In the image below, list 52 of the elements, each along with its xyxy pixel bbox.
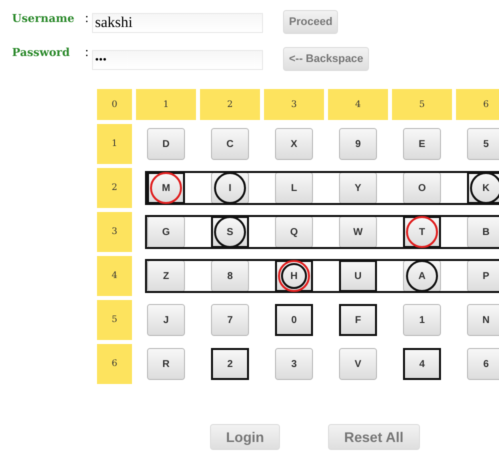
colon: :	[85, 10, 90, 26]
letter-key[interactable]: 8	[211, 260, 249, 292]
letter-key[interactable]: 7	[211, 304, 249, 336]
login-button[interactable]: Login	[210, 424, 280, 450]
column-header: 2	[200, 89, 260, 120]
letter-key[interactable]: J	[147, 304, 185, 336]
password-field[interactable]: •••	[92, 50, 263, 70]
column-header: 3	[264, 89, 324, 120]
letter-key[interactable]: W	[339, 216, 377, 248]
column-header: 0	[97, 89, 132, 120]
letter-key[interactable]: B	[467, 216, 499, 248]
row-header: 5	[97, 300, 132, 340]
letter-key[interactable]: R	[147, 348, 185, 380]
letter-key[interactable]: 4	[403, 348, 441, 380]
column-header: 5	[392, 89, 452, 120]
letter-key[interactable]: 5	[467, 128, 499, 160]
letter-key[interactable]: C	[211, 128, 249, 160]
letter-key[interactable]: U	[339, 260, 377, 292]
letter-key[interactable]: D	[147, 128, 185, 160]
row-header: 4	[97, 256, 132, 296]
letter-key[interactable]: 0	[275, 304, 313, 336]
letter-key[interactable]: Y	[339, 172, 377, 204]
field-label: Password	[12, 45, 71, 59]
username-field[interactable]: sakshi	[92, 13, 263, 33]
letter-key[interactable]: F	[339, 304, 377, 336]
letter-key[interactable]: L	[275, 172, 313, 204]
proceed-button[interactable]: Proceed	[283, 10, 338, 34]
row-header: 1	[97, 124, 132, 164]
letter-key[interactable]: 9	[339, 128, 377, 160]
row-header: 3	[97, 212, 132, 252]
letter-key[interactable]: 3	[275, 348, 313, 380]
column-header: 4	[328, 89, 388, 120]
column-header: 6	[456, 89, 499, 120]
letter-key[interactable]: P	[467, 260, 499, 292]
letter-key[interactable]: G	[147, 216, 185, 248]
letter-key[interactable]: E	[403, 128, 441, 160]
row-header: 2	[97, 168, 132, 208]
letter-key[interactable]: Z	[147, 260, 185, 292]
reset-button[interactable]: Reset All	[328, 424, 420, 450]
letter-key[interactable]: 1	[403, 304, 441, 336]
colon: :	[85, 44, 90, 60]
letter-key[interactable]: V	[339, 348, 377, 380]
letter-key[interactable]: X	[275, 128, 313, 160]
letter-key[interactable]: 2	[211, 348, 249, 380]
row-header: 6	[97, 344, 132, 384]
letter-key[interactable]: Q	[275, 216, 313, 248]
backspace-button[interactable]: <-- Backspace	[283, 47, 370, 71]
letter-key[interactable]: O	[403, 172, 441, 204]
field-label: Username	[12, 11, 76, 25]
letter-key[interactable]: N	[467, 304, 499, 336]
letter-key[interactable]: 6	[467, 348, 499, 380]
column-header: 1	[136, 89, 196, 120]
